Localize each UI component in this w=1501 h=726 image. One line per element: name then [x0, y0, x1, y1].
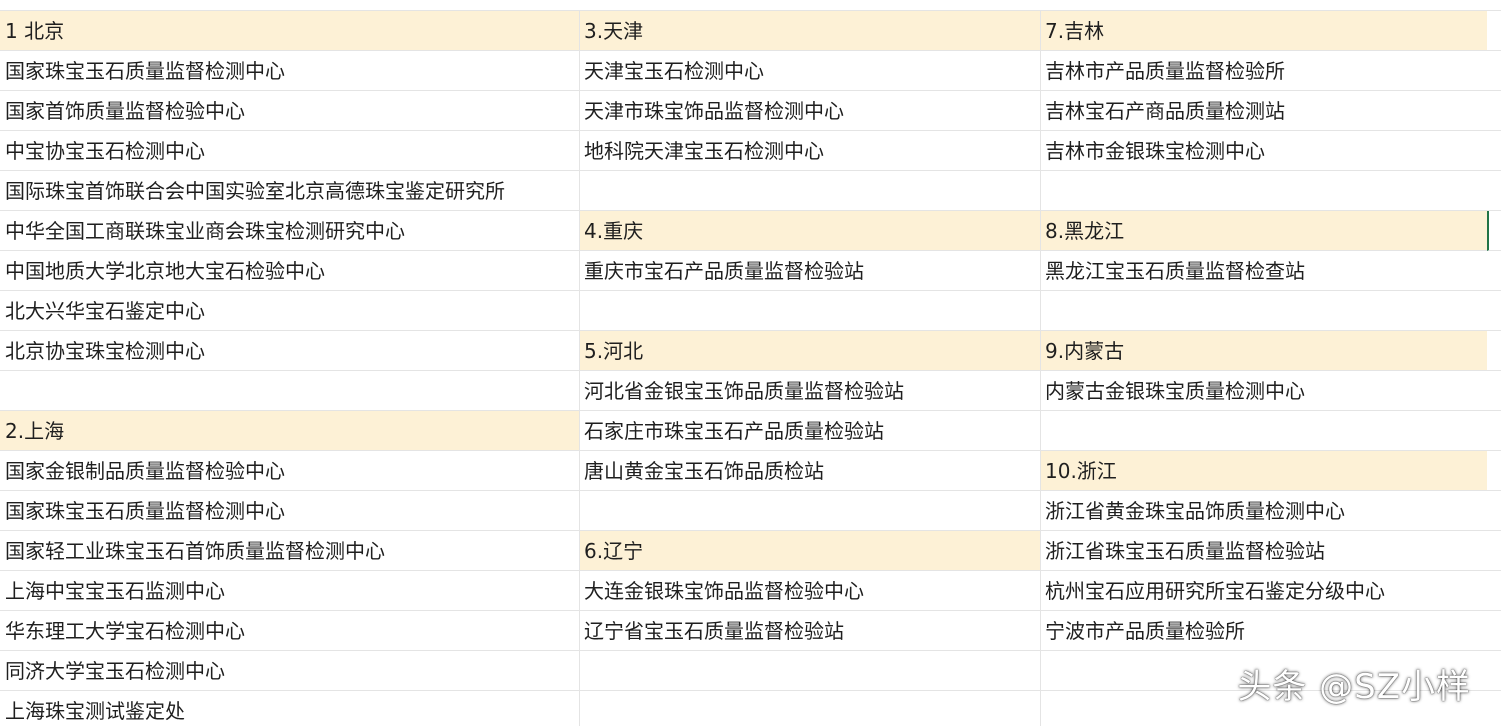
cell-r12-c0[interactable]: 国家珠宝玉石质量监督检测中心: [0, 491, 580, 531]
cell-r7-c3[interactable]: [1487, 291, 1501, 331]
cell-r9-c0[interactable]: [0, 371, 580, 411]
cell-r14-c0[interactable]: 上海中宝宝玉石监测中心: [0, 571, 580, 611]
cell-r13-c2[interactable]: 浙江省珠宝玉石质量监督检验站: [1041, 531, 1487, 571]
cell-r8-c1[interactable]: 5.河北: [580, 331, 1041, 371]
cell-r16-c1[interactable]: [580, 651, 1041, 691]
cell-r4-c2[interactable]: [1041, 171, 1487, 211]
cell-r10-c3[interactable]: [1487, 411, 1501, 451]
cell-r16-c3[interactable]: [1487, 651, 1501, 691]
watermark: 头条 @SZ小样: [1237, 667, 1471, 707]
cell-r9-c2[interactable]: 内蒙古金银珠宝质量检测中心: [1041, 371, 1487, 411]
cell-r2-c2[interactable]: 吉林宝石产商品质量检测站: [1041, 91, 1487, 131]
table-row: 国家金银制品质量监督检验中心 唐山黄金宝玉石饰品质检站 10.浙江: [0, 451, 1501, 491]
cell-r14-c1[interactable]: 大连金银珠宝饰品监督检验中心: [580, 571, 1041, 611]
cell-r13-c1[interactable]: 6.辽宁: [580, 531, 1041, 571]
cell-r6-c2[interactable]: 黑龙江宝玉石质量监督检查站: [1041, 251, 1487, 291]
table-row: 北大兴华宝石鉴定中心: [0, 291, 1501, 331]
cell-r6-c0[interactable]: 中国地质大学北京地大宝石检验中心: [0, 251, 580, 291]
cell-r7-c2[interactable]: [1041, 291, 1487, 331]
table-row: 河北省金银宝玉饰品质量监督检验站 内蒙古金银珠宝质量检测中心: [0, 371, 1501, 411]
cell-r5-c0[interactable]: 中华全国工商联珠宝业商会珠宝检测研究中心: [0, 211, 580, 251]
cell-r16-c0[interactable]: 同济大学宝玉石检测中心: [0, 651, 580, 691]
cell-r8-c0[interactable]: 北京协宝珠宝检测中心: [0, 331, 580, 371]
cell-r2-c1[interactable]: 天津市珠宝饰品监督检测中心: [580, 91, 1041, 131]
cell-r3-c0[interactable]: 中宝协宝玉石检测中心: [0, 131, 580, 171]
cell-r15-c1[interactable]: 辽宁省宝玉石质量监督检验站: [580, 611, 1041, 651]
cell-r0-c3[interactable]: [1487, 11, 1501, 51]
table-row: 国家珠宝玉石质量监督检测中心 浙江省黄金珠宝品饰质量检测中心: [0, 491, 1501, 531]
cell-r13-c3[interactable]: [1487, 531, 1501, 571]
table-row: 中宝协宝玉石检测中心 地科院天津宝玉石检测中心 吉林市金银珠宝检测中心: [0, 131, 1501, 171]
cell-r3-c3[interactable]: [1487, 131, 1501, 171]
cell-r11-c0[interactable]: 国家金银制品质量监督检验中心: [0, 451, 580, 491]
cell-r9-c1[interactable]: 河北省金银宝玉饰品质量监督检验站: [580, 371, 1041, 411]
cell-r12-c1[interactable]: [580, 491, 1041, 531]
cell-r14-c3[interactable]: [1487, 571, 1501, 611]
cell-r11-c1[interactable]: 唐山黄金宝玉石饰品质检站: [580, 451, 1041, 491]
cell-r6-c1[interactable]: 重庆市宝石产品质量监督检验站: [580, 251, 1041, 291]
table-row: 上海中宝宝玉石监测中心 大连金银珠宝饰品监督检验中心 杭州宝石应用研究所宝石鉴定分级…: [0, 571, 1501, 611]
cell-r1-c3[interactable]: [1487, 51, 1501, 91]
cell-r12-c3[interactable]: [1487, 491, 1501, 531]
cell-r17-c0[interactable]: 上海珠宝测试鉴定处: [0, 691, 580, 726]
cell-r15-c2[interactable]: 宁波市产品质量检验所: [1041, 611, 1487, 651]
cell-r3-c2[interactable]: 吉林市金银珠宝检测中心: [1041, 131, 1487, 171]
cell-r2-c3[interactable]: [1487, 91, 1501, 131]
cell-r8-c3[interactable]: [1487, 331, 1501, 371]
cell-r10-c0[interactable]: 2.上海: [0, 411, 580, 451]
table-row: 北京协宝珠宝检测中心 5.河北 9.内蒙古: [0, 331, 1501, 371]
cell-r1-c1[interactable]: 天津宝玉石检测中心: [580, 51, 1041, 91]
cell-r0-c2[interactable]: 7.吉林: [1041, 11, 1487, 51]
cell-r5-c2[interactable]: 8.黑龙江: [1041, 211, 1487, 251]
cell-r14-c2[interactable]: 杭州宝石应用研究所宝石鉴定分级中心: [1041, 571, 1487, 611]
cell-r12-c2[interactable]: 浙江省黄金珠宝品饰质量检测中心: [1041, 491, 1487, 531]
cell-r7-c0[interactable]: 北大兴华宝石鉴定中心: [0, 291, 580, 331]
cell-r10-c1[interactable]: 石家庄市珠宝玉石产品质量检验站: [580, 411, 1041, 451]
cell-r17-c3[interactable]: [1487, 691, 1501, 726]
table-row: 中华全国工商联珠宝业商会珠宝检测研究中心 4.重庆 8.黑龙江: [0, 211, 1501, 251]
cell-r7-c1[interactable]: [580, 291, 1041, 331]
cell-r5-c1[interactable]: 4.重庆: [580, 211, 1041, 251]
cell-r1-c0[interactable]: 国家珠宝玉石质量监督检测中心: [0, 51, 580, 91]
cell-r0-c1[interactable]: 3.天津: [580, 11, 1041, 51]
table-row: 2.上海 石家庄市珠宝玉石产品质量检验站: [0, 411, 1501, 451]
table-row: 1 北京 3.天津 7.吉林: [0, 11, 1501, 51]
cell-r11-c2[interactable]: 10.浙江: [1041, 451, 1487, 491]
cell-r13-c0[interactable]: 国家轻工业珠宝玉石首饰质量监督检测中心: [0, 531, 580, 571]
cell-r8-c2[interactable]: 9.内蒙古: [1041, 331, 1487, 371]
cell-r6-c3[interactable]: [1487, 251, 1501, 291]
cell-r1-c2[interactable]: 吉林市产品质量监督检验所: [1041, 51, 1487, 91]
column-header-strip: [0, 0, 1501, 11]
cell-r2-c0[interactable]: 国家首饰质量监督检验中心: [0, 91, 580, 131]
cell-r17-c1[interactable]: [580, 691, 1041, 726]
table-row: 中国地质大学北京地大宝石检验中心 重庆市宝石产品质量监督检验站 黑龙江宝玉石质量监督…: [0, 251, 1501, 291]
cell-r5-c3[interactable]: [1487, 211, 1501, 251]
table-row: 国家首饰质量监督检验中心 天津市珠宝饰品监督检测中心 吉林宝石产商品质量检测站: [0, 91, 1501, 131]
cell-r3-c1[interactable]: 地科院天津宝玉石检测中心: [580, 131, 1041, 171]
cell-r10-c2[interactable]: [1041, 411, 1487, 451]
cell-r9-c3[interactable]: [1487, 371, 1501, 411]
cell-r15-c0[interactable]: 华东理工大学宝石检测中心: [0, 611, 580, 651]
table-row: 华东理工大学宝石检测中心 辽宁省宝玉石质量监督检验站 宁波市产品质量检验所: [0, 611, 1501, 651]
cell-r11-c3[interactable]: [1487, 451, 1501, 491]
cell-r4-c1[interactable]: [580, 171, 1041, 211]
table-row: 国家珠宝玉石质量监督检测中心 天津宝玉石检测中心 吉林市产品质量监督检验所: [0, 51, 1501, 91]
cell-r0-c0[interactable]: 1 北京: [0, 11, 580, 51]
table-row: 国家轻工业珠宝玉石首饰质量监督检测中心 6.辽宁 浙江省珠宝玉石质量监督检验站: [0, 531, 1501, 571]
table-row: 国际珠宝首饰联合会中国实验室北京高德珠宝鉴定研究所: [0, 171, 1501, 211]
cell-r4-c3[interactable]: [1487, 171, 1501, 211]
cell-r4-c0[interactable]: 国际珠宝首饰联合会中国实验室北京高德珠宝鉴定研究所: [0, 171, 580, 211]
spreadsheet-grid[interactable]: 1 北京 3.天津 7.吉林 国家珠宝玉石质量监督检测中心 天津宝玉石检测中心 吉林市产品…: [0, 0, 1501, 726]
cell-r15-c3[interactable]: [1487, 611, 1501, 651]
